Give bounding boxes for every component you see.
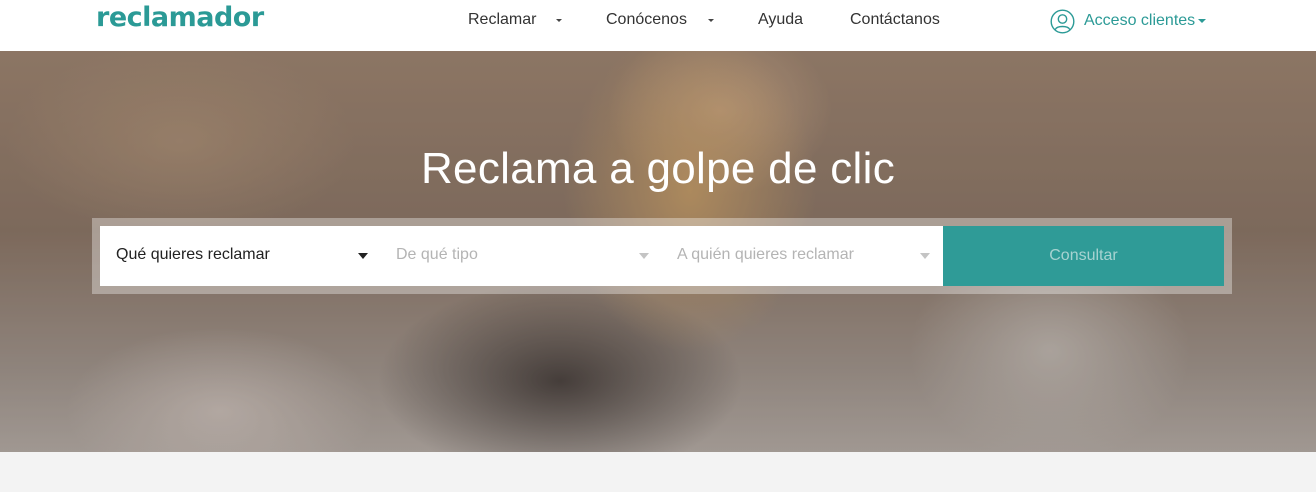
consult-button[interactable]: Consultar (943, 226, 1224, 286)
chevron-down-icon (708, 19, 714, 22)
logo[interactable]: reclamador (96, 2, 264, 33)
claim-type-placeholder: De qué tipo (396, 246, 478, 263)
user-circle-icon (1050, 8, 1075, 34)
chevron-down-icon (1198, 19, 1207, 23)
hero-banner: Reclama a golpe de clic Qué quieres recl… (0, 51, 1316, 452)
caret-down-icon (358, 253, 368, 259)
claim-search-bar: Qué quieres reclamar De qué tipo A quién… (92, 218, 1232, 294)
claim-type-select[interactable]: De qué tipo (379, 226, 661, 286)
claim-what-select[interactable]: Qué quieres reclamar (100, 226, 379, 286)
claim-who-placeholder: A quién quieres reclamar (677, 246, 854, 263)
nav-conocenos[interactable]: Conócenos (606, 11, 687, 29)
nav-reclamar[interactable]: Reclamar (468, 11, 536, 29)
site-header: reclamador Reclamar Conócenos Ayuda Cont… (0, 0, 1316, 51)
chevron-down-icon (556, 19, 562, 22)
claim-what-label: Qué quieres reclamar (116, 246, 270, 263)
access-clients-label: Acceso clientes (1084, 12, 1196, 29)
claim-who-select[interactable]: A quién quieres reclamar (661, 226, 943, 286)
nav-contactanos[interactable]: Contáctanos (850, 11, 940, 29)
caret-down-icon (920, 253, 930, 259)
access-clients-link[interactable]: Acceso clientes (1050, 8, 1207, 34)
nav-ayuda[interactable]: Ayuda (758, 11, 803, 29)
hero-title: Reclama a golpe de clic (420, 144, 896, 193)
caret-down-icon (639, 253, 649, 259)
